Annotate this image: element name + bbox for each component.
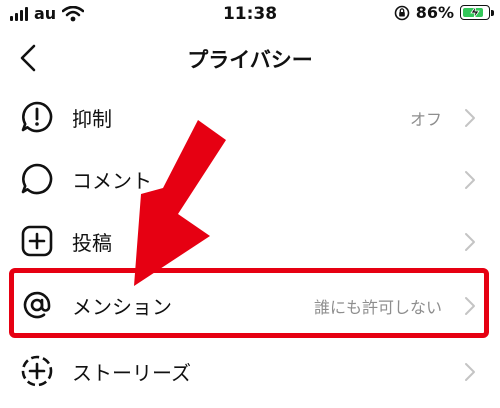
story-plus-icon: [21, 355, 53, 387]
row-stories[interactable]: ストーリーズ: [0, 340, 500, 402]
chevron-right-icon: [465, 109, 475, 127]
chevron-right-icon: [465, 171, 475, 189]
page-title: プライバシー: [187, 48, 313, 72]
orientation-lock-icon: [394, 5, 410, 20]
row-label: 抑制: [72, 107, 112, 131]
row-restrict[interactable]: 抑制 オフ: [0, 86, 500, 148]
status-bar: au 11:38 86%: [0, 0, 500, 30]
nav-bar: プライバシー: [0, 30, 500, 86]
status-right: 86%: [394, 3, 494, 22]
highlight-box: [9, 268, 489, 338]
row-posts[interactable]: 投稿: [0, 210, 500, 272]
row-value: オフ: [409, 110, 442, 129]
battery-percent: 86%: [415, 3, 454, 22]
chevron-right-icon: [465, 363, 475, 381]
plus-square-icon: [21, 225, 53, 257]
row-label: 投稿: [72, 231, 112, 255]
exclamation-bubble-icon: [21, 101, 53, 133]
comment-bubble-icon: [21, 163, 53, 195]
row-label: ストーリーズ: [72, 361, 191, 385]
battery-charging-icon: [460, 5, 494, 20]
row-label: コメント: [72, 169, 152, 193]
chevron-right-icon: [465, 233, 475, 251]
row-comments[interactable]: コメント: [0, 148, 500, 210]
